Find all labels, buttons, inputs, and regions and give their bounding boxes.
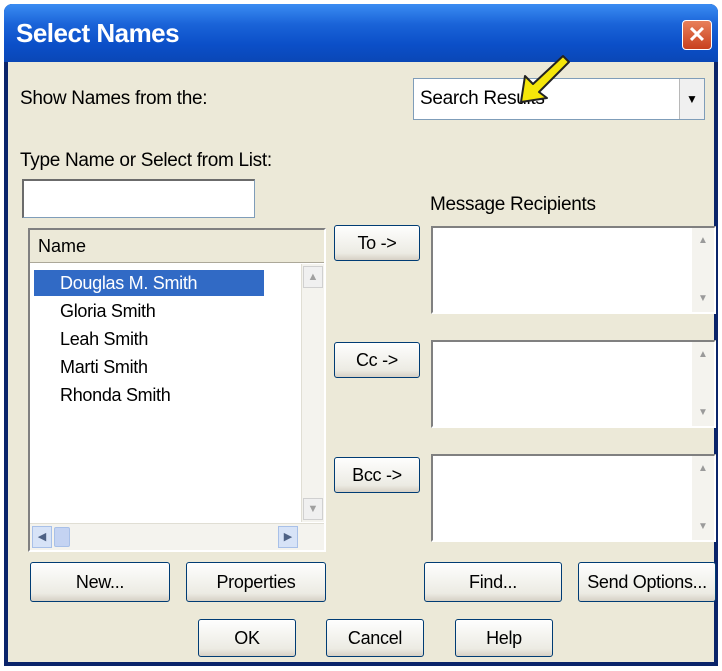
chevron-down-icon[interactable]: ▼: [679, 79, 704, 119]
scroll-up-icon[interactable]: ▲: [694, 232, 712, 250]
list-item[interactable]: Douglas M. Smith: [34, 270, 264, 296]
name-list[interactable]: Name Douglas M. Smith Gloria Smith Leah …: [28, 228, 326, 552]
scroll-down-icon[interactable]: ▼: [694, 404, 712, 422]
show-names-label: Show Names from the:: [20, 88, 208, 109]
new-button[interactable]: New...: [30, 562, 170, 602]
window-title: Select Names: [16, 18, 180, 48]
type-name-label: Type Name or Select from List:: [20, 150, 272, 171]
to-recipients-box[interactable]: ▲ ▼: [431, 226, 716, 314]
scroll-left-icon[interactable]: ◀: [32, 526, 52, 548]
yellow-arrow-icon: [520, 55, 570, 103]
title-bar: Select Names ✕: [4, 4, 718, 62]
scroll-down-icon[interactable]: ▼: [303, 498, 323, 520]
message-recipients-label: Message Recipients: [430, 194, 596, 215]
scroll-down-icon[interactable]: ▼: [694, 290, 712, 308]
list-item[interactable]: Marti Smith: [34, 354, 264, 380]
type-name-input[interactable]: [22, 179, 255, 218]
send-options-button[interactable]: Send Options...: [578, 562, 716, 602]
bcc-button[interactable]: Bcc ->: [334, 457, 420, 493]
select-names-dialog: Select Names ✕ Show Names from the: Sear…: [4, 4, 718, 666]
dialog-body: Show Names from the: Search Results ▼ Ty…: [8, 55, 716, 662]
scroll-up-icon[interactable]: ▲: [694, 460, 712, 478]
name-list-vscrollbar[interactable]: ▲ ▼: [301, 264, 324, 522]
scroll-down-icon[interactable]: ▼: [694, 518, 712, 536]
find-button[interactable]: Find...: [424, 562, 562, 602]
to-button[interactable]: To ->: [334, 225, 420, 261]
name-list-hscrollbar[interactable]: ◀ ▶: [30, 523, 324, 550]
name-column-header[interactable]: Name: [30, 230, 324, 263]
scroll-thumb[interactable]: [54, 527, 70, 547]
bcc-recipients-box[interactable]: ▲ ▼: [431, 454, 716, 542]
help-button[interactable]: Help: [455, 619, 553, 657]
cancel-button[interactable]: Cancel: [326, 619, 424, 657]
properties-button[interactable]: Properties: [186, 562, 326, 602]
cc-button[interactable]: Cc ->: [334, 342, 420, 378]
close-icon[interactable]: ✕: [682, 20, 712, 50]
cc-recipients-box[interactable]: ▲ ▼: [431, 340, 716, 428]
list-item[interactable]: Rhonda Smith: [34, 382, 264, 408]
scroll-up-icon[interactable]: ▲: [303, 266, 323, 288]
scroll-right-icon[interactable]: ▶: [278, 526, 298, 548]
ok-button[interactable]: OK: [198, 619, 296, 657]
list-item[interactable]: Gloria Smith: [34, 298, 264, 324]
scroll-up-icon[interactable]: ▲: [694, 346, 712, 364]
list-item[interactable]: Leah Smith: [34, 326, 264, 352]
